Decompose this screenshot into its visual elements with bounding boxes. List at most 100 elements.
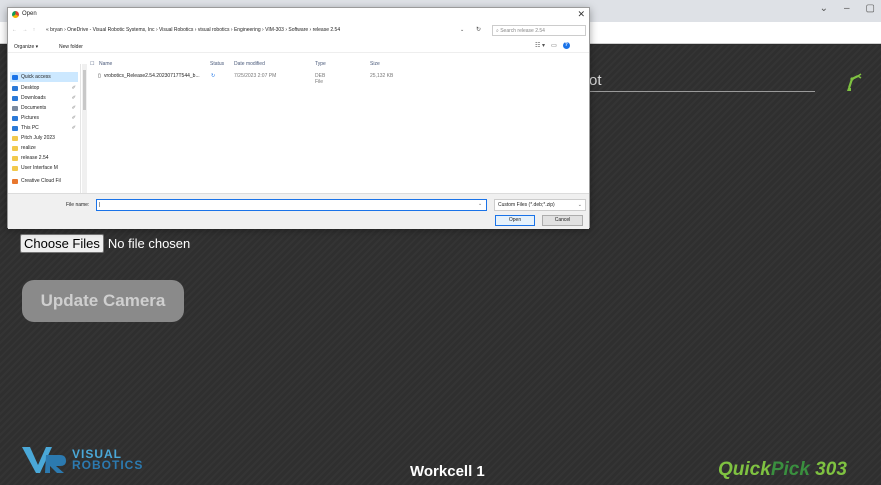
nav-item-label: release 2.54 — [21, 155, 49, 161]
chevron-down-icon[interactable]: ⌄ — [478, 201, 482, 207]
cloud-icon — [12, 178, 18, 184]
folder-icon — [12, 145, 18, 151]
nav-item-label: Pitch July 2023 — [21, 135, 55, 141]
visual-robotics-logo: VISUAL ROBOTICS — [20, 445, 143, 475]
robot-arm-icon[interactable] — [843, 71, 865, 93]
nav-scrollbar[interactable] — [82, 64, 87, 200]
sync-status-icon: ↻ — [211, 73, 216, 79]
view-options: ☷ ▾ ▭ ? — [535, 42, 570, 49]
organize-button[interactable]: Organize ▾ — [14, 44, 38, 50]
nav-item-downloads[interactable]: Downloads ✐ — [10, 93, 78, 103]
product-quick: Quick — [718, 459, 771, 480]
chevron-down-icon: ⌄ — [577, 202, 582, 208]
nav-item-creative-cloud[interactable]: Creative Cloud Fil — [10, 176, 78, 186]
chevron-down-icon[interactable]: ⌄ — [820, 3, 828, 14]
nav-item-label: Documents — [21, 105, 47, 111]
folder-icon — [12, 165, 18, 171]
product-num: 303 — [809, 459, 847, 480]
nav-item-release[interactable]: release 2.54 — [10, 153, 78, 163]
workcell-label: Workcell 1 — [410, 463, 485, 480]
pin-icon: ✐ — [71, 105, 76, 111]
file-date: 7/25/2023 2:07 PM — [234, 73, 277, 79]
product-name: QuickPick 303 — [718, 459, 847, 481]
nav-item-label: realize — [21, 145, 36, 151]
folder-icon — [12, 155, 18, 161]
nav-item-realize[interactable]: realize — [10, 143, 78, 153]
cancel-button[interactable]: Cancel — [542, 215, 583, 226]
no-file-text: No file chosen — [107, 236, 191, 251]
col-date[interactable]: Date modified — [234, 61, 265, 67]
pin-icon: ✐ — [71, 115, 76, 121]
file-chooser: Choose Files No file chosen — [20, 234, 190, 253]
file-list-item[interactable]: ▯ vrobotics_Release2.54.20230717T544_b..… — [98, 72, 393, 85]
nav-item-label: Downloads — [21, 95, 46, 101]
open-file-dialog: Open ✕ ← → ↑ « bryan › OneDrive - Visual… — [7, 7, 590, 229]
col-status[interactable]: Status — [210, 61, 224, 67]
update-camera-button[interactable]: Update Camera — [22, 280, 184, 322]
nav-item-ui-mockups[interactable]: User Interface M — [10, 163, 78, 173]
pin-icon: ✐ — [71, 95, 76, 101]
nav-item-pitch[interactable]: Pitch July 2023 — [10, 133, 78, 143]
vr-logo-icon — [22, 447, 66, 473]
window-controls: ⌄ – ▢ — [820, 3, 875, 14]
document-icon — [12, 105, 18, 111]
breadcrumb[interactable]: « bryan › OneDrive - Visual Robotic Syst… — [46, 27, 340, 33]
file-size: 25,132 KB — [370, 73, 394, 79]
command-bar: Organize ▾ New folder ☷ ▾ ▭ ? — [8, 41, 589, 53]
navigation-pane: Quick access Desktop ✐ Downloads ✐ Documen… — [8, 64, 81, 200]
choose-files-button[interactable]: Choose Files — [20, 234, 104, 253]
col-size[interactable]: Size — [370, 61, 380, 67]
chrome-icon — [12, 11, 19, 18]
open-button[interactable]: Open — [495, 215, 535, 226]
dialog-bottom-bar: File name: | ⌄ Custom Files (*.deb;*.zip… — [8, 193, 589, 229]
nav-item-label: Pictures — [21, 115, 40, 121]
star-icon — [12, 74, 18, 80]
pin-icon: ✐ — [71, 125, 76, 131]
picture-icon — [12, 115, 18, 121]
refresh-icon[interactable]: ↻ — [476, 26, 481, 33]
nav-item-label: Quick access — [21, 74, 51, 80]
file-type-value: Custom Files (*.deb;*.zip) — [498, 202, 555, 208]
computer-icon — [12, 125, 18, 131]
nav-item-label: Creative Cloud Fil — [21, 178, 61, 184]
product-pick: Pick — [770, 459, 810, 480]
file-name-label: File name: — [66, 202, 90, 208]
chevron-down-icon[interactable]: ⌄ — [460, 27, 464, 33]
nav-arrows-icon[interactable]: ← → ↑ — [12, 27, 37, 33]
col-type[interactable]: Type — [315, 61, 326, 67]
header-field: ot — [585, 70, 815, 92]
nav-item-quick-access[interactable]: Quick access — [10, 72, 78, 82]
file-name-input[interactable]: | — [96, 199, 487, 211]
file-name: vrobotics_Release2.54.20230717T544_b... — [104, 73, 200, 79]
scroll-thumb[interactable] — [83, 70, 86, 110]
nav-item-label: This PC — [21, 125, 39, 131]
address-row: ← → ↑ « bryan › OneDrive - Visual Roboti… — [8, 24, 589, 38]
col-name[interactable]: Name — [99, 61, 112, 67]
dialog-title: Open — [22, 11, 37, 17]
minimize-icon[interactable]: – — [844, 3, 850, 14]
file-type-select[interactable]: Custom Files (*.deb;*.zip) ⌄ — [494, 199, 586, 211]
nav-item-label: User Interface M — [21, 165, 58, 171]
dialog-title-bar: Open ✕ — [8, 8, 589, 22]
nav-item-this-pc[interactable]: This PC ✐ — [10, 123, 78, 133]
select-all-checkbox[interactable]: ☐ — [90, 61, 94, 67]
folder-icon — [12, 135, 18, 141]
download-icon — [12, 95, 18, 101]
search-placeholder: Search release 2.54 — [500, 28, 545, 34]
nav-item-pictures[interactable]: Pictures ✐ — [10, 113, 78, 123]
column-headers: ☐ Name Status Date modified Type Size — [90, 59, 590, 70]
nav-item-documents[interactable]: Documents ✐ — [10, 103, 78, 113]
maximize-icon[interactable]: ▢ — [866, 3, 875, 14]
file-type: DEB File — [315, 73, 326, 85]
help-icon[interactable]: ? — [562, 42, 570, 49]
desktop-icon — [12, 85, 18, 91]
nav-item-desktop[interactable]: Desktop ✐ — [10, 83, 78, 93]
search-input[interactable]: ⌕ Search release 2.54 — [492, 25, 586, 36]
new-folder-button[interactable]: New folder — [59, 44, 83, 50]
view-icon[interactable]: ☷ ▾ — [535, 42, 545, 49]
nav-item-label: Desktop — [21, 85, 40, 91]
close-icon[interactable]: ✕ — [577, 9, 585, 20]
preview-pane-icon[interactable]: ▭ — [551, 42, 557, 49]
file-icon: ▯ — [98, 73, 101, 79]
pin-icon: ✐ — [71, 85, 76, 91]
